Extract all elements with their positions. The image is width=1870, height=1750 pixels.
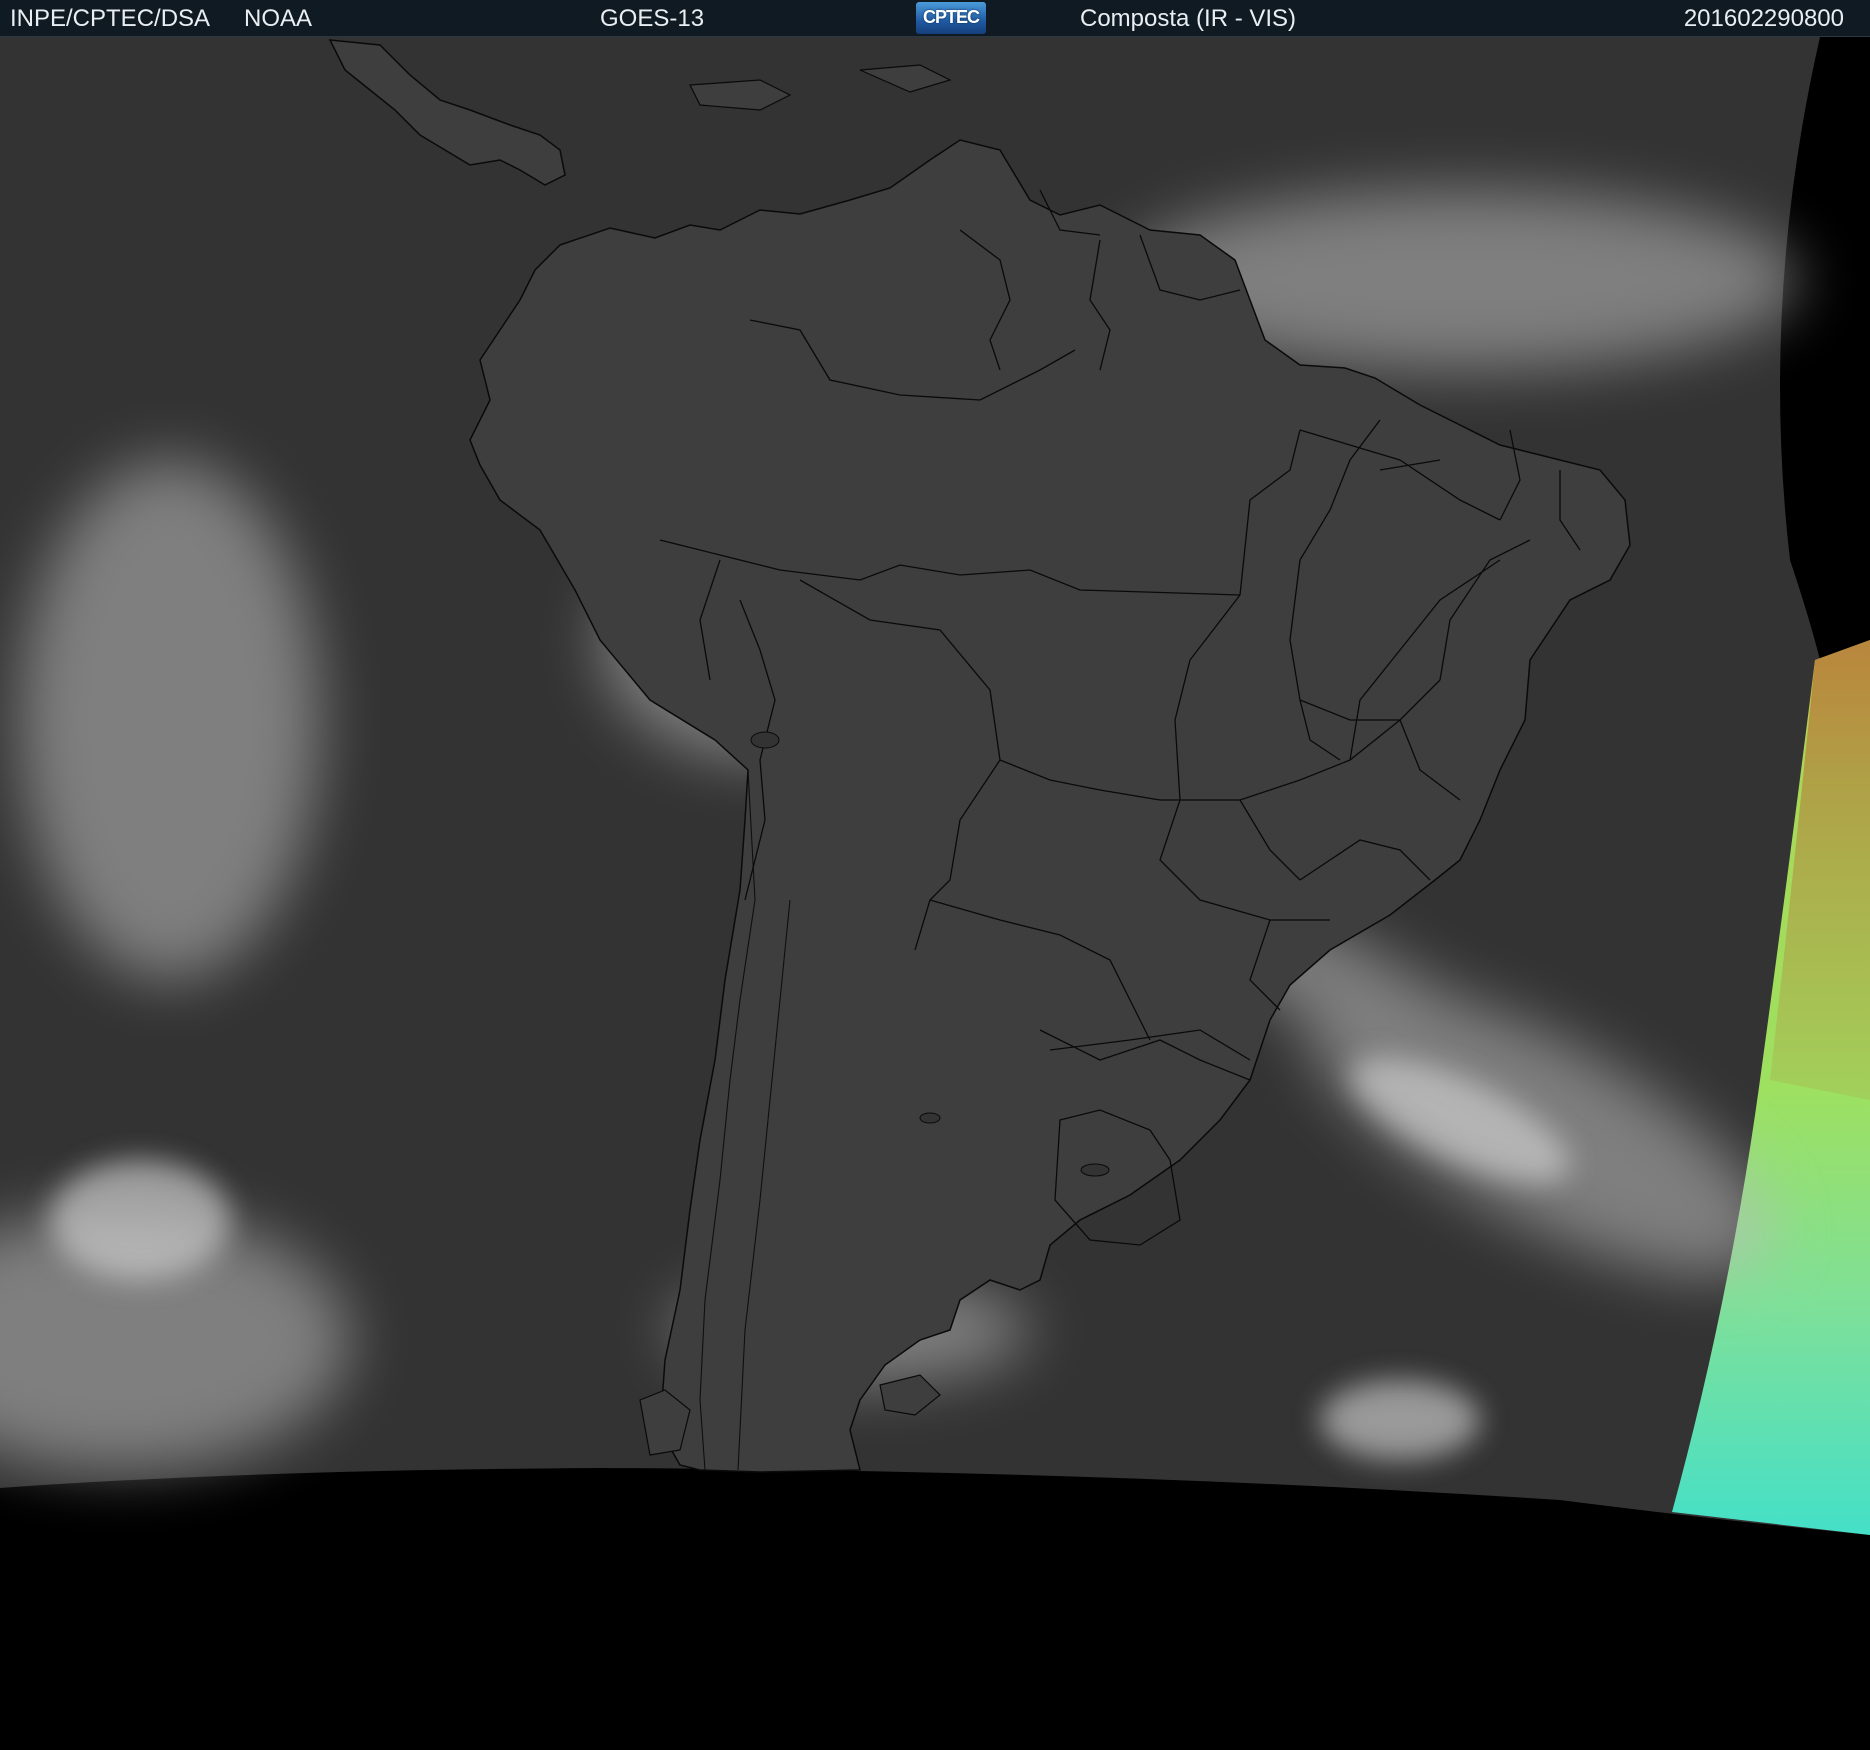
institution-label: INPE/CPTEC/DSA (10, 5, 211, 32)
cptec-logo-text: CPTEC (922, 7, 980, 27)
timestamp-label: 201602290800 (1683, 5, 1844, 32)
product-label: Composta (IR - VIS) (1080, 5, 1297, 32)
cptec-logo: CPTEC (916, 2, 986, 34)
satellite-label: GOES-13 (600, 5, 705, 32)
agency-label: NOAA (244, 5, 313, 32)
satellite-image (0, 37, 1870, 1750)
image-header-bar: INPE/CPTEC/DSA NOAA GOES-13 CPTEC Compos… (0, 0, 1870, 37)
